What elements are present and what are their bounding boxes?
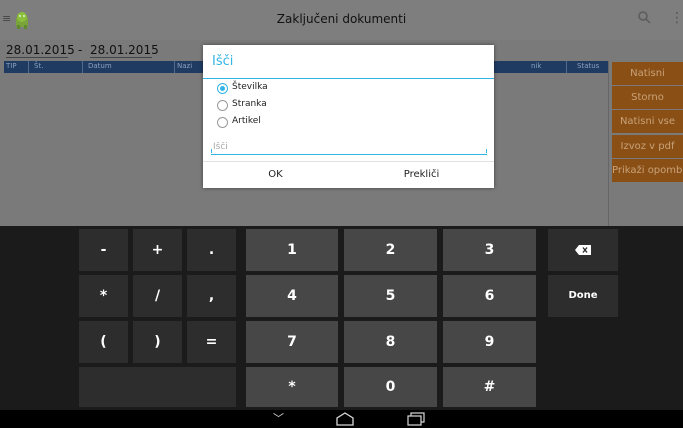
key-1[interactable]: 1 bbox=[246, 229, 338, 271]
key-4[interactable]: 4 bbox=[246, 275, 338, 317]
field-edge-marker bbox=[211, 149, 212, 153]
key-asterisk[interactable]: * bbox=[79, 275, 128, 317]
search-icon[interactable] bbox=[638, 11, 651, 28]
search-input[interactable] bbox=[211, 140, 483, 153]
radio-unselected-icon[interactable] bbox=[217, 117, 228, 128]
side-panel-divider bbox=[608, 61, 609, 226]
key-star[interactable]: * bbox=[246, 367, 338, 407]
key-minus[interactable]: - bbox=[79, 229, 128, 271]
cancel-button[interactable]: Prekliči bbox=[349, 162, 494, 188]
date-separator: - bbox=[78, 43, 83, 57]
backspace-icon bbox=[575, 245, 591, 255]
column-header-name[interactable]: Nazi bbox=[177, 62, 192, 70]
radio-label: Številka bbox=[232, 82, 268, 92]
print-button[interactable]: Natisni bbox=[612, 62, 683, 85]
key-9[interactable]: 9 bbox=[443, 321, 536, 363]
key-slash[interactable]: / bbox=[133, 275, 182, 317]
radio-label: Artikel bbox=[232, 116, 261, 126]
key-2[interactable]: 2 bbox=[344, 229, 437, 271]
search-field bbox=[211, 140, 487, 155]
column-divider bbox=[566, 61, 567, 73]
column-divider bbox=[174, 61, 175, 73]
radio-label: Stranka bbox=[232, 99, 267, 109]
column-header-number[interactable]: Št. bbox=[34, 62, 43, 70]
key-open-paren[interactable]: ( bbox=[79, 321, 128, 363]
export-pdf-button[interactable]: Izvoz v pdf bbox=[612, 135, 683, 158]
key-6[interactable]: 6 bbox=[443, 275, 536, 317]
navigation-bar: ﹀ bbox=[0, 410, 683, 428]
key-space[interactable] bbox=[79, 367, 236, 407]
numeric-keyboard: - + . * / , ( ) = 1 2 3 4 5 6 7 8 9 * 0 … bbox=[0, 226, 683, 410]
key-close-paren[interactable]: ) bbox=[133, 321, 182, 363]
key-period[interactable]: . bbox=[187, 229, 236, 271]
field-edge-marker bbox=[486, 149, 487, 153]
show-notes-button[interactable]: Prikaži opombe bbox=[612, 159, 683, 182]
key-3[interactable]: 3 bbox=[443, 229, 536, 271]
date-from-field[interactable]: 28.01.2015 bbox=[6, 43, 75, 58]
back-icon[interactable]: ﹀ bbox=[273, 410, 284, 428]
overflow-menu-icon[interactable]: ⋮ bbox=[670, 10, 683, 26]
page-title: Zaključeni dokumenti bbox=[276, 12, 407, 26]
key-equals[interactable]: = bbox=[187, 321, 236, 363]
done-button[interactable]: Done bbox=[548, 275, 618, 317]
date-to-field[interactable]: 28.01.2015 bbox=[90, 43, 159, 58]
column-header-status[interactable]: Status bbox=[577, 62, 599, 70]
column-header-tip[interactable]: TIP bbox=[6, 62, 17, 70]
column-header-partial[interactable]: nik bbox=[531, 62, 541, 70]
ok-button[interactable]: OK bbox=[203, 162, 348, 188]
dialog-title: Išči bbox=[212, 54, 234, 69]
key-comma[interactable]: , bbox=[187, 275, 236, 317]
key-7[interactable]: 7 bbox=[246, 321, 338, 363]
radio-unselected-icon[interactable] bbox=[217, 100, 228, 111]
key-backspace[interactable] bbox=[548, 229, 618, 271]
search-dialog: Išči Številka Stranka Artikel OK Preklič… bbox=[203, 45, 494, 188]
key-plus[interactable]: + bbox=[133, 229, 182, 271]
radio-selected-icon[interactable] bbox=[217, 83, 228, 94]
cancel-document-button[interactable]: Storno bbox=[612, 86, 683, 109]
column-divider bbox=[82, 61, 83, 73]
key-5[interactable]: 5 bbox=[344, 275, 437, 317]
action-bar: ≡ Zaključeni dokumenti ⋮ bbox=[0, 0, 683, 41]
column-divider bbox=[28, 61, 29, 73]
home-icon[interactable] bbox=[336, 410, 354, 428]
key-hash[interactable]: # bbox=[443, 367, 536, 407]
dialog-title-divider bbox=[203, 78, 494, 79]
recents-icon[interactable] bbox=[407, 410, 425, 428]
key-8[interactable]: 8 bbox=[344, 321, 437, 363]
column-header-date[interactable]: Datum bbox=[88, 62, 112, 70]
print-all-button[interactable]: Natisni vse bbox=[612, 110, 683, 133]
key-0[interactable]: 0 bbox=[344, 367, 437, 407]
